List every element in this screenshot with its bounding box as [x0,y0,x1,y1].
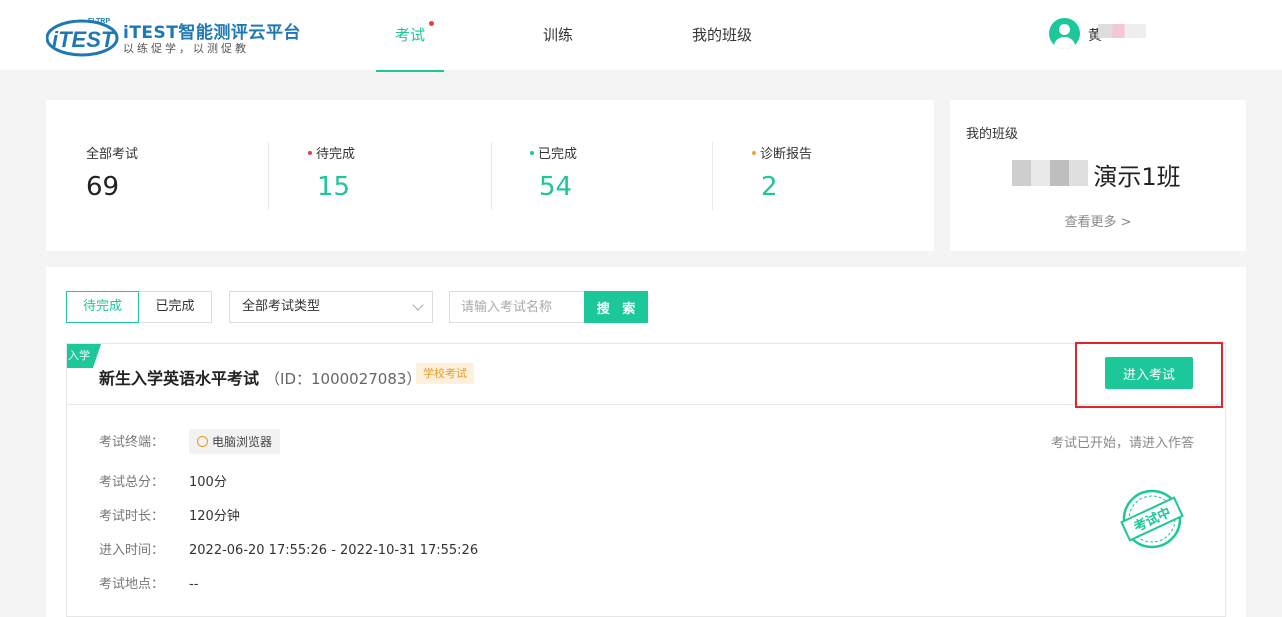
nav-tab-my-class[interactable]: 我的班级 [680,0,764,70]
exam-search-input[interactable] [449,291,585,323]
stat-label: 已完成 [538,147,578,162]
exam-status-text: 考试已开始，请进入作答 [1050,436,1194,451]
detail-entry-time: 进入时间： 2022-06-20 17:55:26 - 2022-10-31 17… [99,543,479,558]
detail-duration: 考试时长： 120分钟 [99,509,240,524]
search-button[interactable]: 搜 索 [584,291,648,323]
nav-tab-my-class-label: 我的班级 [691,26,752,44]
stat-pending[interactable]: 待完成 15 [308,143,355,202]
nav-tab-exam[interactable]: 考试 [376,0,444,72]
class-name: 演示1班 [1093,163,1181,191]
top-header: iTEST FLTRP iTEST智能测评云平台 以练促学，以测促教 考试 训练… [0,0,1282,72]
stat-value: 54 [539,172,573,202]
stat-all-exams[interactable]: 全部考试 69 [86,143,138,202]
stat-completed[interactable]: 已完成 54 [530,143,577,202]
user-avatar-icon[interactable] [1049,18,1080,49]
orange-dot-icon [752,150,756,155]
exam-card: 入学 新生入学英语水平考试 （ID：1000027083） 学校考试 进入考试 考… [66,343,1226,617]
exam-type-select-value: 全部考试类型 [242,299,321,314]
red-dot-icon [308,150,312,155]
exam-category-tag: 学校考试 [416,363,474,384]
exam-type-select[interactable]: 全部考试类型 [229,291,433,323]
ribbon-label: 入学 [68,349,90,362]
view-more-link[interactable]: 查看更多 > [950,211,1246,230]
user-name-redaction [1098,24,1146,38]
nav-tab-exam-label: 考试 [394,26,425,44]
stat-label: 全部考试 [86,147,139,162]
chevron-down-icon [412,299,424,311]
detail-total-score: 考试总分： 100分 [99,475,227,490]
svg-text:FLTRP: FLTRP [88,18,110,25]
green-dot-icon [530,150,534,155]
itest-logo-icon: iTEST FLTRP [46,18,119,57]
stat-diagnostic-reports[interactable]: 诊断报告 2 [752,143,812,202]
globe-icon [197,436,208,447]
my-class-heading: 我的班级 [966,127,1019,142]
divider [712,142,713,210]
stat-label: 待完成 [316,147,356,162]
tab-completed[interactable]: 已完成 [139,291,212,323]
tab-pending[interactable]: 待完成 [66,291,139,323]
highlight-box [1075,342,1223,408]
nav-tab-training[interactable]: 训练 [524,0,592,70]
detail-location: 考试地点： -- [99,577,199,592]
logo-slogan: 以练促学，以测促教 [123,42,249,55]
exam-list-panel: 待完成 已完成 全部考试类型 搜 索 入学 新生入学英语水平考试（ID：1000… [46,267,1246,617]
divider [268,142,269,210]
my-class-card: 我的班级 演示1班 查看更多 > [950,100,1246,251]
svg-text:iTEST: iTEST [52,27,116,52]
detail-device: 考试终端： 电脑浏览器 [99,429,281,454]
stat-value: 2 [761,172,778,202]
exam-card-header: 入学 新生入学英语水平考试 （ID：1000027083） 学校考试 进入考试 [67,344,1225,405]
logo[interactable]: iTEST FLTRP iTEST智能测评云平台 以练促学，以测促教 [46,14,300,58]
status-tabs: 待完成 已完成 [66,291,212,323]
stat-value: 69 [86,172,120,202]
class-name-redaction [1012,160,1088,186]
notification-dot [429,21,434,26]
stat-label: 诊断报告 [760,147,813,162]
device-tag: 电脑浏览器 [189,429,281,454]
stat-value: 15 [317,172,351,202]
divider [491,142,492,210]
exam-stats-card: 全部考试 69 待完成 15 已完成 54 诊断报告 2 [46,100,934,251]
in-progress-stamp-icon: 考试中 [1120,489,1184,549]
nav-tab-training-label: 训练 [542,26,573,44]
exam-id: （ID：1000027083） [265,370,422,388]
exam-title: 新生入学英语水平考试 （ID：1000027083） [99,369,422,388]
